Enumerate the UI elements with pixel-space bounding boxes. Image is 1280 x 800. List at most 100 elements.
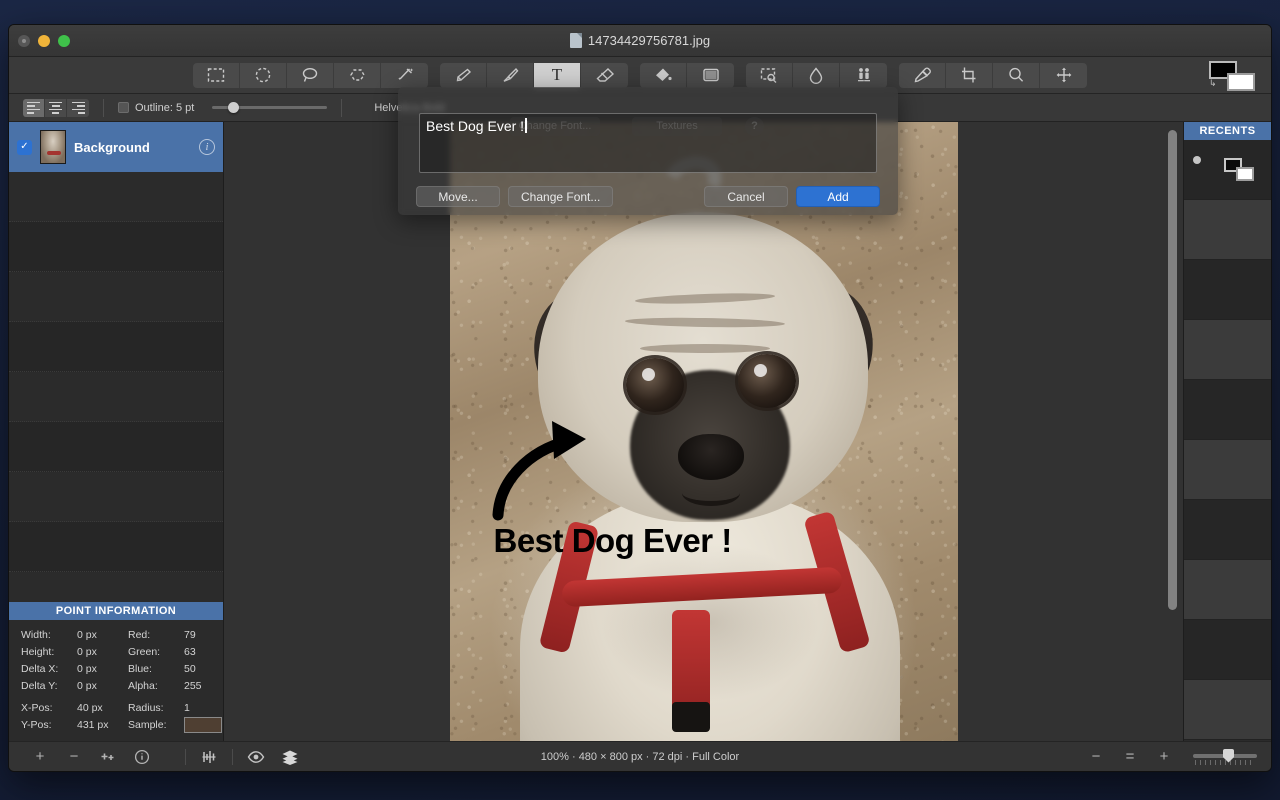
layer-row-empty[interactable] [9,372,223,422]
remove-layer-button[interactable]: − [57,746,91,768]
layer-row-empty[interactable] [9,222,223,272]
layer-row-empty[interactable] [9,572,223,602]
point-information-header: POINT INFORMATION [9,602,223,620]
recent-swatch-cell[interactable] [1184,620,1271,680]
recent-swatch-cell[interactable] [1184,320,1271,380]
recent-swatch-cell[interactable] [1184,680,1271,740]
text-input-textarea[interactable]: Best Dog Ever ! [419,113,877,173]
zoom-slider[interactable] [1193,749,1257,765]
layer-row-empty[interactable] [9,422,223,472]
paintbrush-icon[interactable] [487,63,534,88]
text-input-value: Best Dog Ever ! [426,118,524,134]
recent-swatch-cell[interactable] [1184,560,1271,620]
info-circle-icon [134,749,150,765]
zoom-out-button[interactable]: − [1079,746,1113,768]
point-info-row: Height: 0 px [21,643,116,660]
rectangular-marquee-icon[interactable] [193,63,240,88]
tool-group-paint: T [440,63,628,88]
marker-icon[interactable] [440,63,487,88]
point-info-row: Width: 0 px [21,626,116,643]
blur-droplet-icon[interactable] [793,63,840,88]
window-title-text: 14734429756781.jpg [588,33,710,48]
clone-people-icon[interactable] [840,63,887,88]
gradient-icon[interactable] [687,63,734,88]
layer-row-empty[interactable] [9,172,223,222]
layer-info-icon[interactable]: i [199,139,215,155]
cancel-button[interactable]: Cancel [704,186,788,207]
paint-bucket-icon[interactable] [640,63,687,88]
eyedropper-icon[interactable] [899,63,946,88]
add-button[interactable]: Add [796,186,880,207]
swap-colors-icon[interactable]: ↳ [1209,79,1217,88]
window-controls [9,35,70,47]
canvas-vertical-scrollbar[interactable] [1168,130,1177,733]
point-info-row: Alpha: 255 [128,677,223,694]
recent-swatch-cell[interactable] [1184,200,1271,260]
recent-swatch-cell[interactable] [1184,500,1271,560]
image-editor-window: 14734429756781.jpg [8,24,1272,772]
scrollbar-thumb[interactable] [1168,130,1177,610]
layer-thumbnail [40,130,66,164]
outline-width-slider[interactable] [212,106,327,109]
dialog-button-row: Move... Change Font... Cancel Add [398,186,898,207]
recent-swatch-cell[interactable] [1184,260,1271,320]
clone-stamp-icon[interactable] [746,63,793,88]
point-info-row: Radius: 1 [128,699,223,716]
layer-row-empty[interactable] [9,522,223,572]
recent-swatch-cell[interactable] [1184,380,1271,440]
text-tool-icon[interactable]: T [534,63,581,88]
move-icon[interactable] [1040,63,1087,88]
crop-icon[interactable] [946,63,993,88]
recent-background-swatch[interactable] [1236,167,1254,181]
maximize-button[interactable] [58,35,70,47]
align-right-button[interactable] [67,99,89,117]
zoom-slider-ticks [1195,760,1255,765]
outline-checkbox[interactable] [118,102,129,113]
zoom-in-button[interactable]: + [1147,746,1181,768]
layer-row-empty[interactable] [9,272,223,322]
layer-row-background[interactable]: ✓ Background i [9,122,223,172]
x-pos-value: 40 px [77,702,103,714]
layers-stack-button[interactable] [273,746,307,768]
add-text-dialog[interactable]: Change Font... Textures ? Best Dog Ever … [398,87,898,215]
plus-icon: + [36,748,45,765]
point-info-row: X-Pos: 40 px [21,699,116,716]
sample-color-swatch [184,717,222,733]
layer-info-button[interactable] [125,746,159,768]
blue-value: 50 [184,663,196,675]
height-value: 0 px [77,646,97,658]
status-bar: + − [9,741,1271,771]
recent-swatch-cell[interactable] [1184,440,1271,500]
layer-visibility-checkbox[interactable]: ✓ [17,140,32,155]
text-tool-glyph: T [552,65,562,85]
channels-button[interactable] [192,746,226,768]
change-font-button[interactable]: Change Font... [508,186,613,207]
polygon-lasso-icon[interactable] [334,63,381,88]
alpha-label: Alpha: [128,680,184,692]
minimize-button[interactable] [38,35,50,47]
layer-row-empty[interactable] [9,322,223,372]
recent-swatch-cell[interactable] [1184,140,1271,200]
visibility-button[interactable] [239,746,273,768]
color-swatches[interactable]: ↳ [1205,60,1257,92]
add-layer-button[interactable]: + [23,746,57,768]
eraser-icon[interactable] [581,63,628,88]
layer-row-empty[interactable] [9,472,223,522]
close-button[interactable] [18,35,30,47]
background-color-swatch[interactable] [1227,73,1255,91]
elliptical-marquee-icon[interactable] [240,63,287,88]
lasso-icon[interactable] [287,63,334,88]
zoom-magnifier-icon[interactable] [993,63,1040,88]
duplicate-layer-button[interactable] [91,746,125,768]
sample-label: Sample: [128,719,184,731]
align-left-button[interactable] [23,99,45,117]
recents-header: RECENTS [1184,122,1271,140]
dog-nose [678,434,744,480]
tool-group-selection [193,63,428,88]
zoom-actual-size-button[interactable]: = [1113,746,1147,768]
align-center-button[interactable] [45,99,67,117]
text-caret [525,118,527,133]
magic-wand-icon[interactable] [381,63,428,88]
outline-slider-knob[interactable] [228,102,239,113]
move-button[interactable]: Move... [416,186,500,207]
